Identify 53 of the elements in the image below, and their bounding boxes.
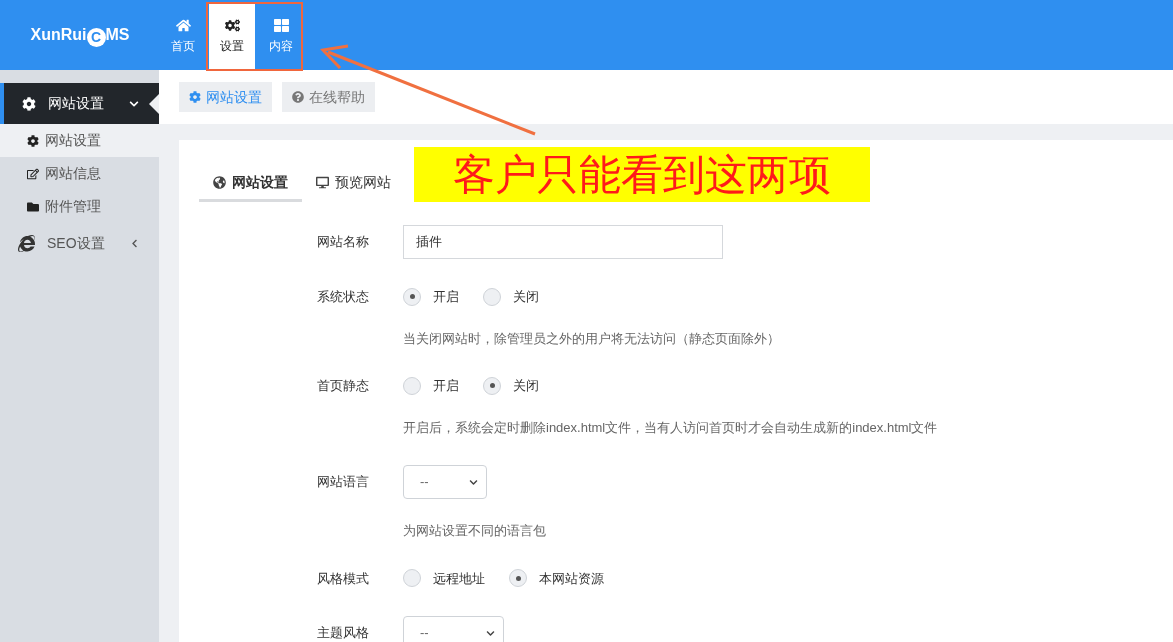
field-label: 网站名称	[317, 233, 370, 252]
radio-button[interactable]	[403, 376, 421, 395]
text-input-field[interactable]: 插件	[403, 225, 723, 259]
sidebar-item[interactable]: 附件管理	[0, 190, 159, 223]
toolbar-button[interactable]: 在线帮助	[282, 82, 375, 112]
chevron-down-icon	[469, 477, 478, 487]
sidebar-group[interactable]: 网站设置	[0, 83, 159, 124]
gear-icon	[27, 134, 39, 147]
radio-button[interactable]	[509, 569, 527, 588]
annotation-callout: 客户只能看到这两项	[414, 147, 870, 202]
browser-e-icon	[18, 235, 35, 252]
field-label: 主题风格	[317, 624, 370, 642]
gear-icon	[189, 91, 201, 103]
chevron-down-icon	[129, 98, 139, 109]
home-icon	[175, 18, 191, 33]
grid-icon	[273, 18, 289, 33]
help-text: 为网站设置不同的语言包	[403, 522, 547, 540]
radio-button[interactable]	[483, 287, 501, 306]
field-label: 首页静态	[317, 377, 370, 395]
select-dropdown[interactable]: --	[403, 465, 487, 499]
edit-icon	[27, 167, 39, 180]
nav-tab[interactable]: 内容	[258, 3, 304, 70]
folder-icon	[27, 200, 39, 213]
radio-button[interactable]	[403, 569, 421, 588]
globe-icon	[213, 175, 226, 189]
help-text: 当关闭网站时，除管理员之外的用户将无法访问（静态页面除外）	[403, 329, 781, 348]
field-label: 风格模式	[317, 569, 370, 588]
chevron-left-icon	[130, 239, 139, 248]
radio-button[interactable]	[403, 287, 421, 306]
monitor-icon	[316, 175, 329, 189]
tab[interactable]: 预览网站	[302, 165, 405, 202]
logo: XunRui C MS	[29, 25, 131, 47]
field-label: 系统状态	[317, 288, 370, 306]
tab[interactable]: 网站设置	[199, 165, 302, 202]
gears-icon	[224, 18, 240, 33]
nav-tab[interactable]: 首页	[160, 3, 206, 70]
sidebar-item[interactable]: 网站设置	[0, 124, 159, 157]
radio-label: 开启	[433, 377, 459, 395]
field-label: 网站语言	[317, 473, 370, 492]
help-text: 开启后，系统会定时删除index.html文件，当有人访问首页时才会自动生成新的index.html文件	[403, 418, 939, 437]
sidebar-item[interactable]: 网站信息	[0, 157, 159, 190]
radio-label: 远程地址	[433, 569, 485, 588]
radio-label: 关闭	[513, 377, 539, 395]
sidebar-group[interactable]: SEO设置	[0, 223, 159, 264]
chevron-down-icon	[486, 628, 495, 638]
radio-label: 开启	[433, 288, 459, 306]
nav-tab[interactable]: 设置	[209, 3, 255, 70]
help-icon	[292, 91, 304, 103]
radio-label: 本网站资源	[539, 569, 604, 588]
select-dropdown[interactable]: --	[403, 616, 504, 642]
gear-icon	[22, 96, 36, 111]
radio-button[interactable]	[483, 376, 501, 395]
radio-label: 关闭	[513, 288, 539, 306]
